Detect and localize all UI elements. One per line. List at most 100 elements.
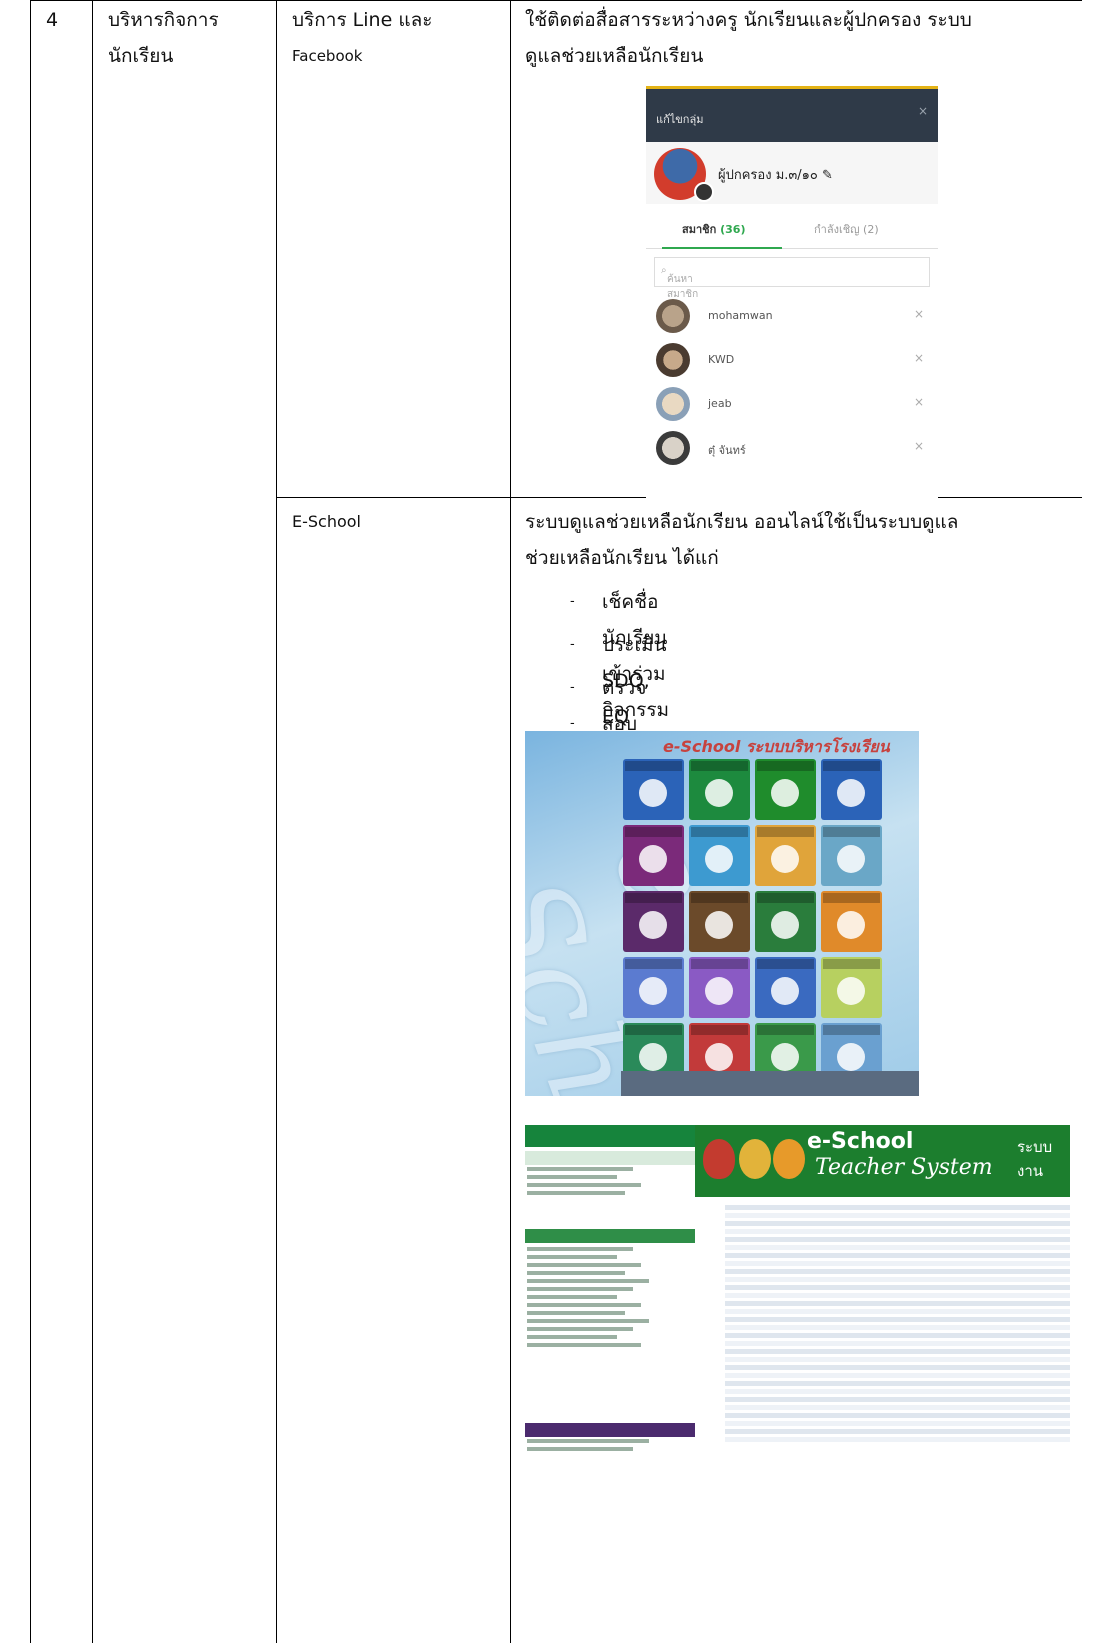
sidebar-link[interactable] bbox=[527, 1263, 641, 1267]
service-line-facebook-2: Facebook bbox=[292, 47, 363, 65]
sidebar-link[interactable] bbox=[527, 1167, 633, 1171]
menu-tile[interactable] bbox=[689, 759, 750, 820]
menu-tile[interactable] bbox=[821, 891, 882, 952]
tile-label-bar bbox=[823, 1025, 880, 1035]
menu-tile[interactable] bbox=[755, 891, 816, 952]
table-row bbox=[725, 1413, 1070, 1418]
sidebar-link[interactable] bbox=[527, 1311, 625, 1315]
tab-members[interactable]: สมาชิก (36) bbox=[682, 220, 746, 238]
tile-icon bbox=[837, 779, 865, 807]
remove-icon[interactable]: × bbox=[914, 351, 924, 365]
camera-icon[interactable] bbox=[694, 182, 714, 202]
sidebar-link[interactable] bbox=[527, 1439, 649, 1443]
sidebar-link[interactable] bbox=[527, 1183, 641, 1187]
remove-icon[interactable]: × bbox=[914, 395, 924, 409]
sidebar-link[interactable] bbox=[527, 1447, 633, 1451]
row-number: 4 bbox=[46, 9, 59, 31]
table-row bbox=[725, 1269, 1070, 1274]
active-tab-underline bbox=[662, 247, 782, 249]
tile-label-bar bbox=[757, 761, 814, 771]
member-avatar bbox=[656, 343, 690, 377]
garuda-emblem bbox=[703, 1139, 735, 1179]
menu-tile[interactable] bbox=[623, 891, 684, 952]
table-row bbox=[725, 1317, 1070, 1322]
sidebar-link[interactable] bbox=[527, 1175, 617, 1179]
table-row bbox=[725, 1349, 1070, 1354]
menu-tile[interactable] bbox=[821, 759, 882, 820]
tab-members-count: (36) bbox=[720, 223, 746, 236]
menu-tile[interactable] bbox=[821, 957, 882, 1018]
menu-tile[interactable] bbox=[689, 891, 750, 952]
tile-label-bar bbox=[823, 827, 880, 837]
desc-line-facebook-1: ใช้ติดต่อสื่อสารระหว่างครู นักเรียนและผู… bbox=[525, 9, 972, 31]
tile-icon bbox=[837, 1043, 865, 1071]
table-row bbox=[725, 1293, 1070, 1298]
menu-tile[interactable] bbox=[623, 957, 684, 1018]
sidebar-section bbox=[525, 1151, 695, 1165]
menu-tile[interactable] bbox=[623, 825, 684, 886]
col-divider-1 bbox=[92, 0, 93, 1643]
eschool-menu-screenshot: e-School ระบบบริหารโรงเรียน e-School bbox=[525, 731, 919, 1096]
member-row[interactable]: ตุ๋ จันทร์ × bbox=[646, 425, 938, 469]
member-row[interactable]: mohamwan × bbox=[646, 293, 938, 337]
tile-icon bbox=[771, 977, 799, 1005]
table-row bbox=[725, 1389, 1070, 1394]
table-row bbox=[725, 1309, 1070, 1314]
sidebar-header bbox=[525, 1125, 695, 1147]
group-name[interactable]: ผู้ปกครอง ม.๓/๑๐ ✎ bbox=[718, 164, 833, 185]
menu-tile[interactable] bbox=[689, 957, 750, 1018]
eschool-title: e-School ระบบบริหารโรงเรียน bbox=[663, 737, 890, 756]
member-name: jeab bbox=[708, 397, 732, 410]
menu-tile[interactable] bbox=[755, 957, 816, 1018]
menu-tile[interactable] bbox=[821, 825, 882, 886]
tile-icon bbox=[771, 779, 799, 807]
desc-eschool-1: ระบบดูแลช่วยเหลือนักเรียน ออนไลน์ใช้เป็น… bbox=[525, 511, 959, 533]
sidebar-link[interactable] bbox=[527, 1327, 633, 1331]
sidebar-link[interactable] bbox=[527, 1279, 649, 1283]
sidebar-link[interactable] bbox=[527, 1343, 641, 1347]
remove-icon[interactable]: × bbox=[914, 439, 924, 453]
sidebar-link[interactable] bbox=[527, 1255, 617, 1259]
menu-tile[interactable] bbox=[755, 759, 816, 820]
remove-icon[interactable]: × bbox=[914, 307, 924, 321]
tile-icon bbox=[837, 977, 865, 1005]
close-icon[interactable]: × bbox=[918, 104, 928, 118]
menu-tile[interactable] bbox=[755, 825, 816, 886]
sidebar-link[interactable] bbox=[527, 1319, 649, 1323]
member-row[interactable]: KWD × bbox=[646, 337, 938, 381]
tile-label-bar bbox=[757, 893, 814, 903]
tile-label-bar bbox=[691, 893, 748, 903]
sidebar-link[interactable] bbox=[527, 1303, 641, 1307]
sidebar-link[interactable] bbox=[527, 1295, 617, 1299]
tile-label-bar bbox=[625, 827, 682, 837]
eschool-subtitle: Teacher System bbox=[815, 1155, 993, 1180]
bullet-dash: - bbox=[570, 680, 575, 695]
tile-icon bbox=[771, 1043, 799, 1071]
sidebar-link[interactable] bbox=[527, 1335, 617, 1339]
sidebar-link[interactable] bbox=[527, 1247, 633, 1251]
header-accent bbox=[646, 86, 938, 89]
table-row bbox=[725, 1333, 1070, 1338]
tile-label-bar bbox=[757, 1025, 814, 1035]
table-row bbox=[725, 1237, 1070, 1242]
tile-icon bbox=[771, 845, 799, 873]
sidebar-link[interactable] bbox=[527, 1191, 625, 1195]
table-row bbox=[725, 1229, 1070, 1234]
eschool-footer bbox=[621, 1071, 919, 1096]
member-row[interactable]: jeab × bbox=[646, 381, 938, 425]
menu-tile[interactable] bbox=[689, 825, 750, 886]
eschool-teacher-screenshot: e-School Teacher System ระบบงาน bbox=[525, 1125, 1070, 1470]
tab-invited[interactable]: กำลังเชิญ (2) bbox=[814, 220, 879, 238]
tile-label-bar bbox=[691, 1025, 748, 1035]
tab-members-label: สมาชิก bbox=[682, 223, 717, 236]
member-search-input[interactable]: ⌕ ค้นหาสมาชิก bbox=[654, 257, 930, 300]
tile-icon bbox=[837, 911, 865, 939]
tile-icon bbox=[639, 779, 667, 807]
sidebar-link[interactable] bbox=[527, 1271, 625, 1275]
sidebar-link[interactable] bbox=[527, 1287, 633, 1291]
line-header: แก้ไขกลุ่ม × bbox=[646, 86, 938, 142]
menu-tile[interactable] bbox=[623, 759, 684, 820]
sidebar-section bbox=[525, 1423, 695, 1437]
table-row bbox=[725, 1253, 1070, 1258]
table-row bbox=[725, 1357, 1070, 1362]
